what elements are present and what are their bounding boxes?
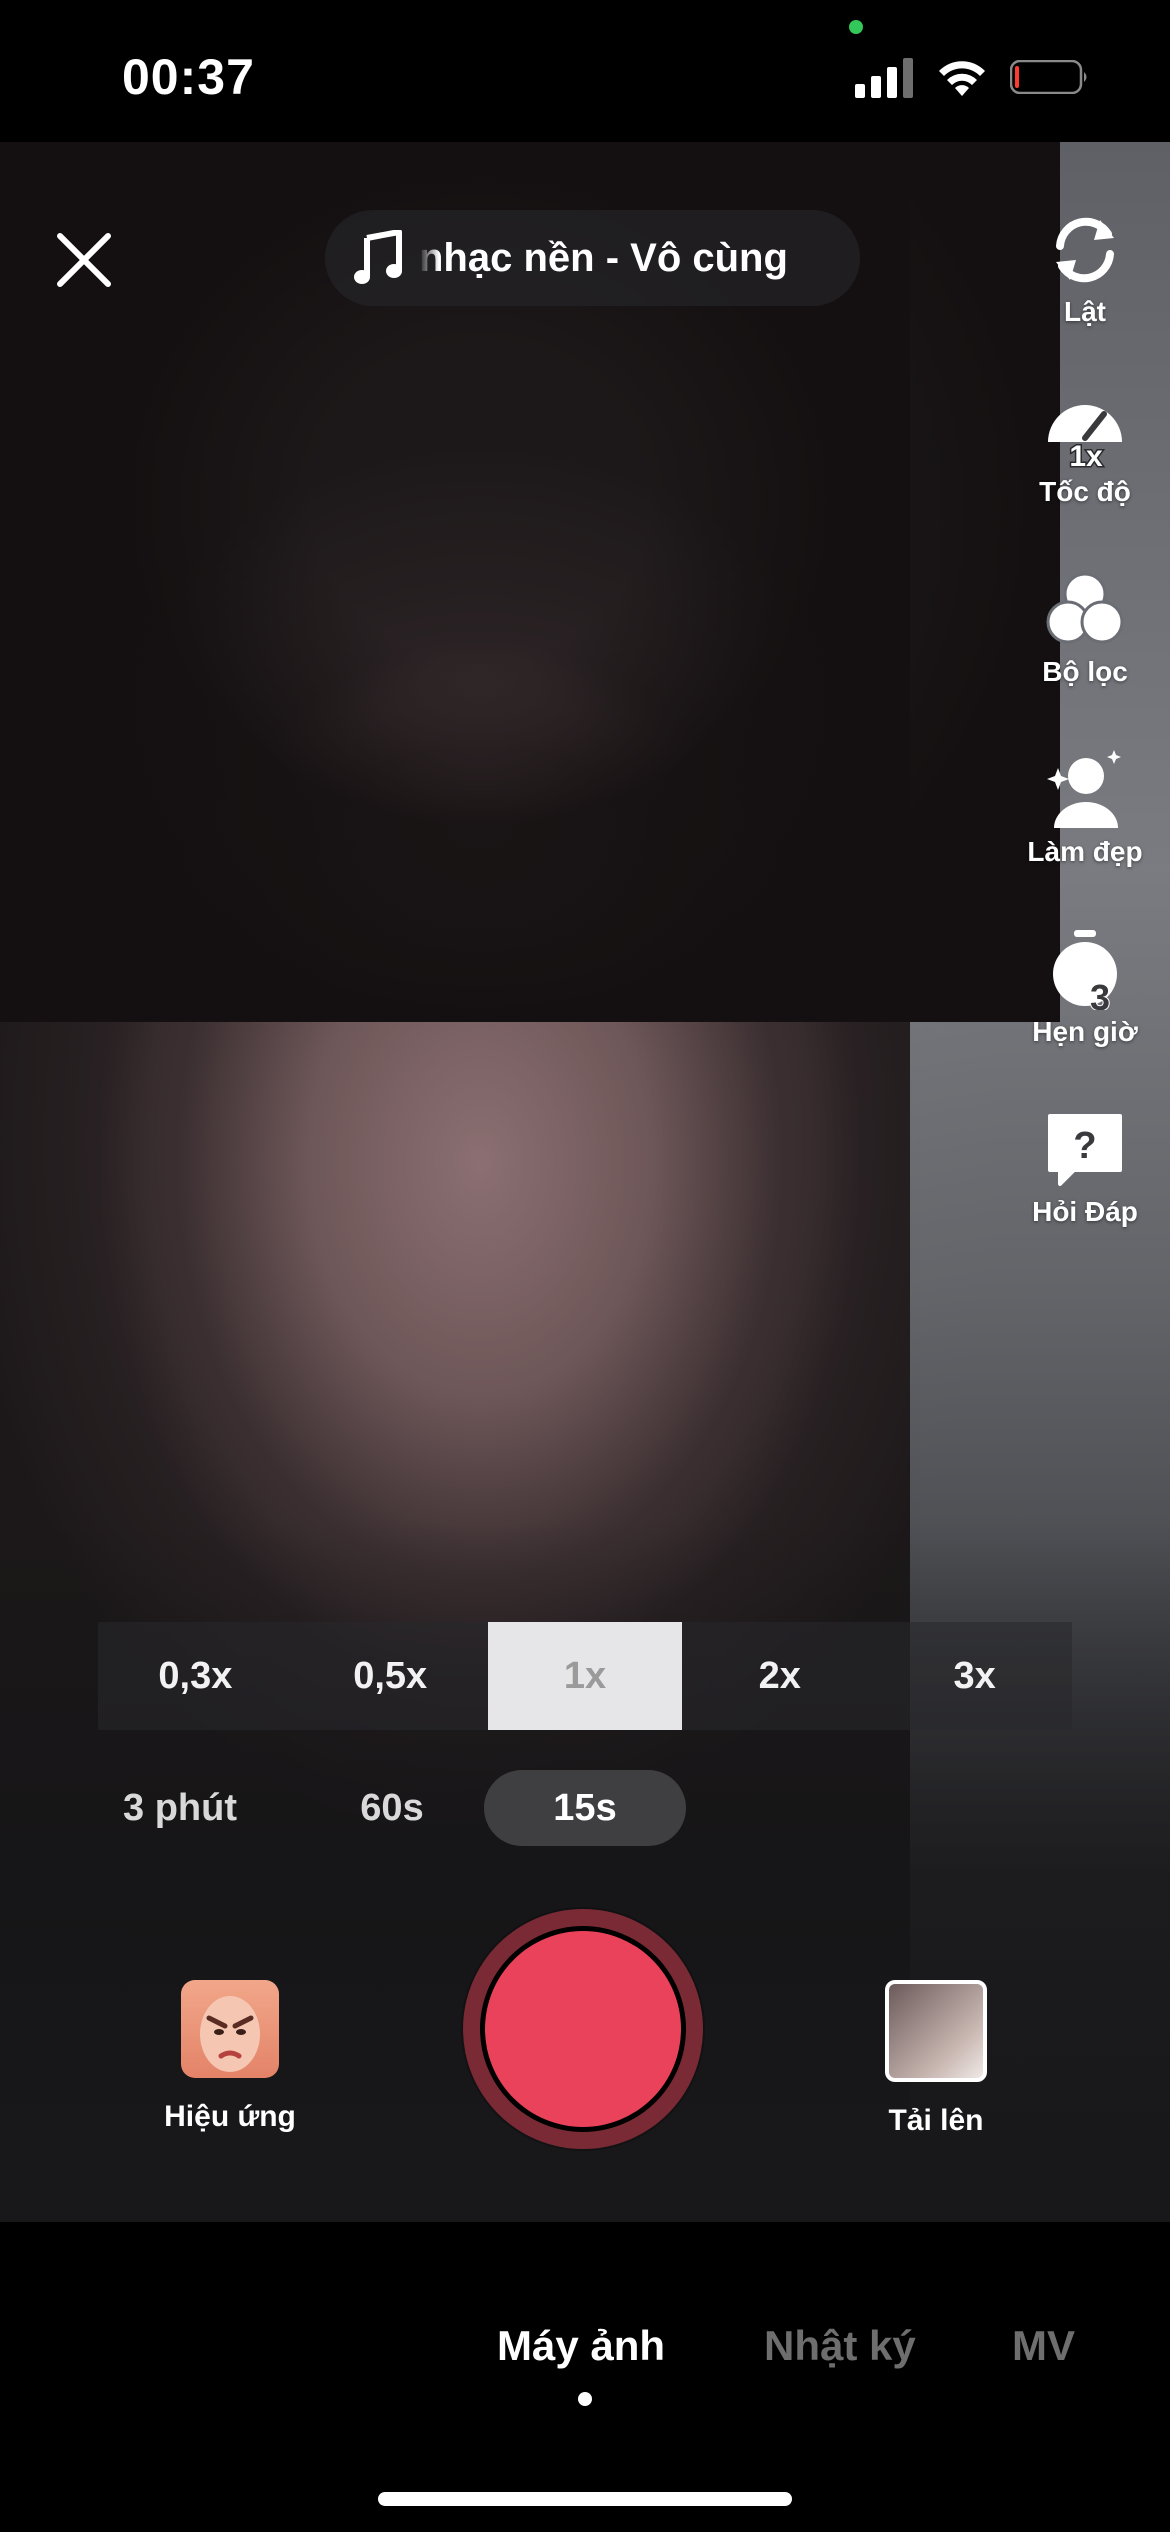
zoom-option-0-5x[interactable]: 0,5x [293,1622,488,1730]
tool-beauty[interactable]: Làm đẹp [1020,750,1150,868]
zoom-selector: 0,3x 0,5x 1x 2x 3x [98,1622,1072,1730]
mode-camera[interactable]: Máy ảnh [497,2322,665,2370]
upload-button[interactable]: Tải lên [866,1980,1006,2138]
tool-flip[interactable]: Lật [1020,210,1150,328]
mode-mv[interactable]: MV [1012,2322,1075,2370]
svg-text:?: ? [1073,1125,1096,1167]
effects-thumbnail [181,1980,279,2078]
flip-camera-icon [1056,217,1114,283]
selected-mode-indicator [578,2392,592,2406]
tool-filters-label: Bộ lọc [1042,656,1128,687]
tool-timer-label: Hẹn giờ [1032,1016,1138,1047]
angry-face-effect-icon [200,1996,260,2072]
record-button-gap [480,1926,686,2132]
question-icon: ? [1048,1114,1122,1186]
wifi-icon [939,61,985,96]
tool-speed-label: Tốc độ [1039,476,1131,507]
filters-icon [1046,572,1124,644]
sound-label: nhạc nền - Vô cùng [419,235,788,280]
zoom-option-1x[interactable]: 1x [487,1622,683,1730]
record-button-core [485,1931,681,2127]
beauty-icon [1047,750,1121,828]
effects-button[interactable]: Hiệu ứng [160,1980,300,2134]
tool-qa[interactable]: ? Hỏi Đáp [1020,1110,1150,1228]
tool-flip-label: Lật [1064,296,1106,327]
status-time: 00:37 [122,49,255,105]
duration-60s[interactable]: 60s [322,1770,462,1846]
home-indicator[interactable] [378,2492,792,2506]
tool-speed[interactable]: 1x Tốc độ [1020,390,1150,508]
upload-label: Tải lên [888,2104,984,2137]
zoom-option-0-3x[interactable]: 0,3x [98,1622,293,1730]
mode-diary[interactable]: Nhật ký [764,2322,916,2370]
cellular-signal-icon [855,58,913,98]
effects-label: Hiệu ứng [164,2100,296,2133]
zoom-option-3x[interactable]: 3x [877,1622,1072,1730]
status-bar: 00:37 [0,0,1170,142]
add-sound-button[interactable]: nhạc nền - Vô cùng [325,210,860,306]
tool-timer[interactable]: 3 Hẹn giờ [1020,930,1150,1048]
battery-icon [1010,60,1087,94]
tool-beauty-label: Làm đẹp [1027,836,1143,867]
close-button[interactable] [52,228,116,292]
speed-icon: 1x [1048,405,1122,470]
duration-3-min[interactable]: 3 phút [100,1770,260,1846]
close-icon [57,233,111,287]
zoom-option-2x[interactable]: 2x [682,1622,877,1730]
tool-qa-label: Hỏi Đáp [1032,1196,1138,1227]
music-note-icon [354,230,402,284]
speed-badge: 1x [1069,440,1103,470]
timer-badge: 3 [1090,977,1110,1010]
record-button[interactable] [463,1909,703,2149]
camera-in-use-indicator [849,20,863,34]
duration-15s[interactable]: 15s [484,1770,686,1846]
tool-filters[interactable]: Bộ lọc [1020,570,1150,688]
timer-icon: 3 [1053,930,1117,1010]
mode-bar: Máy ảnh Nhật ký MV [0,2222,1170,2532]
upload-thumbnail [885,1980,987,2082]
